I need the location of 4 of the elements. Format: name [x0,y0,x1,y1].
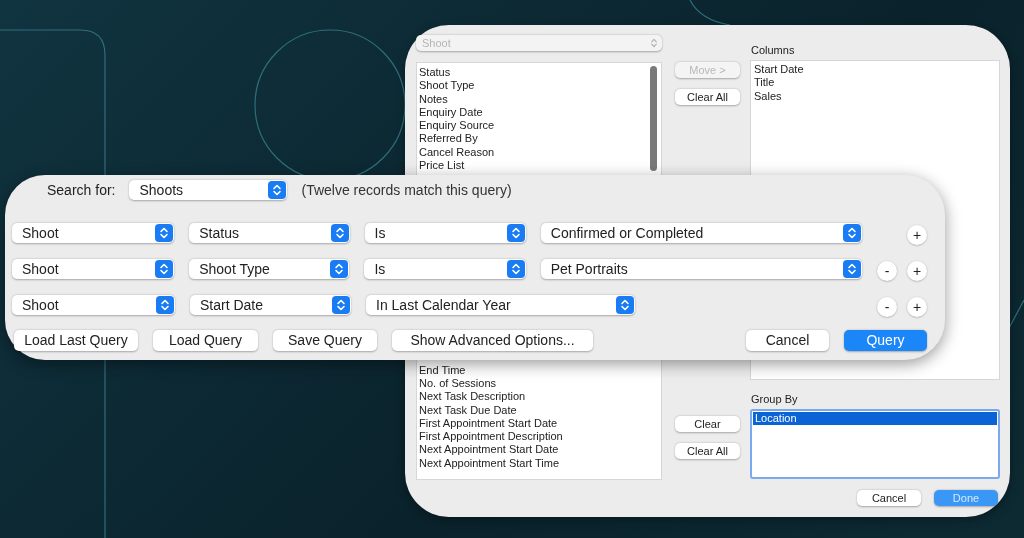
match-note: (Twelve records match this query) [301,180,512,200]
list-label: Group By [751,392,799,406]
list-label: Columns [751,43,796,57]
search-label: Search for: [47,180,116,200]
